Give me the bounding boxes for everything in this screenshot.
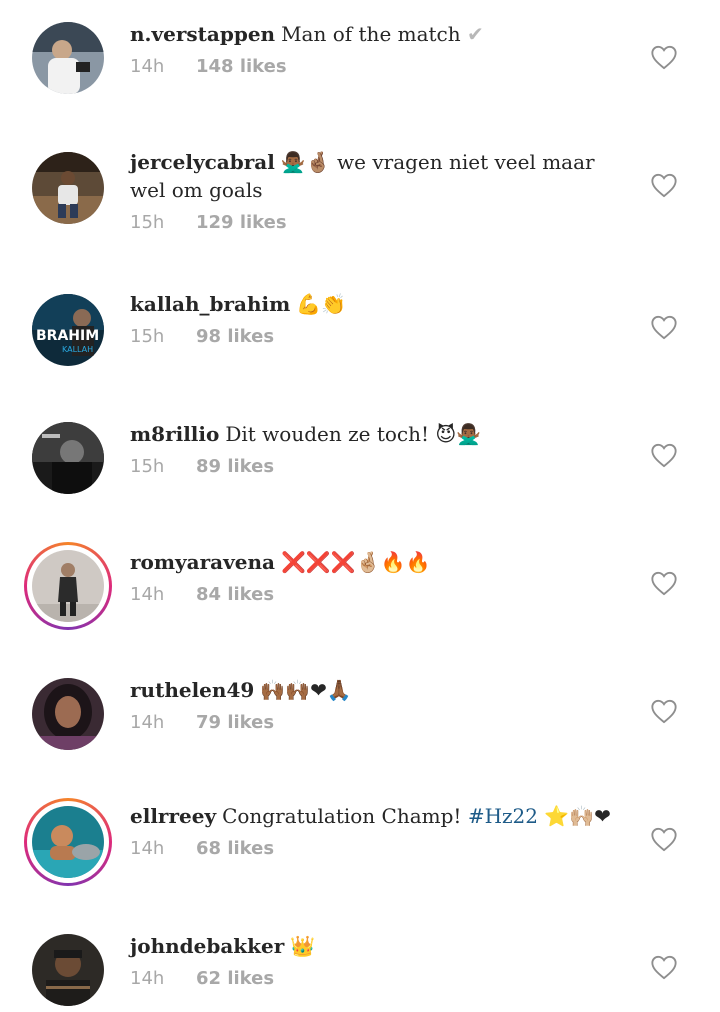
comment-text: jercelycabral 🙅🏾‍♂️🤞🏽 we vragen niet veel… [130,148,630,204]
avatar-image [32,550,104,622]
avatar[interactable] [24,798,112,886]
comment-meta: 14h 84 likes [130,584,630,605]
comment-meta: 14h 62 likes [130,968,630,989]
avatar[interactable] [32,422,104,494]
heart-icon[interactable] [650,172,678,198]
comment-emoji: 🙌🏾🙌🏾❤🙏🏾 [260,678,352,702]
comment-message: Man of the match [281,22,461,46]
comment-meta: 14h 148 likes [130,56,630,77]
avatar[interactable] [32,934,104,1006]
comment-likes[interactable]: 89 likes [196,456,274,477]
comment-time: 15h [130,212,165,233]
comment-time: 14h [130,56,165,77]
avatar[interactable] [24,542,112,630]
comment-message: Dit wouden ze toch! [225,422,430,446]
comment-text: johndebakker 👑 [130,932,630,960]
svg-text:BRAHIM: BRAHIM [36,328,99,344]
comment-time: 14h [130,838,165,859]
comment-time: 15h [130,456,165,477]
comment-emoji: 💪👏 [296,292,347,316]
svg-text:KALLAH: KALLAH [62,345,93,354]
comment-meta: 15h 98 likes [130,326,630,347]
comment-username[interactable]: jercelycabral [130,150,275,174]
avatar[interactable] [32,152,104,224]
heart-icon[interactable] [650,314,678,340]
comment-text: ruthelen49 🙌🏾🙌🏾❤🙏🏾 [130,676,630,704]
comment-emoji: 🙅🏾‍♂️🤞🏽 [280,150,331,174]
heart-icon[interactable] [650,442,678,468]
comment-likes[interactable]: 129 likes [196,212,287,233]
comment-emoji: 👑 [290,934,316,958]
avatar-image [32,934,104,1006]
comment-likes[interactable]: 68 likes [196,838,274,859]
comment-message: Congratulation Champ! [222,804,462,828]
avatar[interactable]: BRAHIM KALLAH [32,294,104,366]
avatar-image [32,806,104,878]
comment-text: n.verstappen Man of the match ✔ [130,20,630,48]
comment-username[interactable]: kallah_brahim [130,292,290,316]
comment-meta: 14h 79 likes [130,712,630,733]
comment-username[interactable]: ruthelen49 [130,678,254,702]
comment-meta: 15h 89 likes [130,456,630,477]
heart-icon[interactable] [650,44,678,70]
heart-icon[interactable] [650,954,678,980]
comment-text: ellrreey Congratulation Champ! #Hz22 ⭐🙌🏼❤ [130,802,630,830]
comment-time: 14h [130,712,165,733]
comment-username[interactable]: n.verstappen [130,22,275,46]
avatar-image [32,152,104,224]
comment-likes[interactable]: 148 likes [196,56,287,77]
comment-meta: 14h 68 likes [130,838,630,859]
avatar[interactable] [32,678,104,750]
comment-likes[interactable]: 98 likes [196,326,274,347]
comment-time: 15h [130,326,165,347]
comment-time: 14h [130,968,165,989]
avatar-image: BRAHIM KALLAH [32,294,104,366]
comment-likes[interactable]: 62 likes [196,968,274,989]
comment-text: romyaravena ❌❌❌🤞🏼🔥🔥 [130,548,630,576]
comment-username[interactable]: romyaravena [130,550,275,574]
comment-likes[interactable]: 79 likes [196,712,274,733]
avatar-image [32,22,104,94]
heart-icon[interactable] [650,698,678,724]
comment-text: m8rillio Dit wouden ze toch! 😈🙅🏾‍♂️ [130,420,630,448]
heart-icon[interactable] [650,570,678,596]
heart-icon[interactable] [650,826,678,852]
avatar-image [32,422,104,494]
comment-username[interactable]: johndebakker [130,934,284,958]
avatar-image [32,678,104,750]
avatar[interactable] [32,22,104,94]
comment-emoji: ⭐🙌🏼❤ [544,804,611,828]
comment-emoji: 😈🙅🏾‍♂️ [435,422,482,446]
comment-username[interactable]: ellrreey [130,804,216,828]
check-icon: ✔ [467,22,484,46]
comment-meta: 15h 129 likes [130,212,630,233]
comment-time: 14h [130,584,165,605]
comment-emoji: ❌❌❌🤞🏼🔥🔥 [280,550,431,574]
comment-text: kallah_brahim 💪👏 [130,290,630,318]
comment-username[interactable]: m8rillio [130,422,219,446]
comment-likes[interactable]: 84 likes [196,584,274,605]
comments-list: n.verstappen Man of the match ✔ 14h 148 li… [0,0,720,1012]
comment-hashtag[interactable]: #Hz22 [468,804,538,828]
